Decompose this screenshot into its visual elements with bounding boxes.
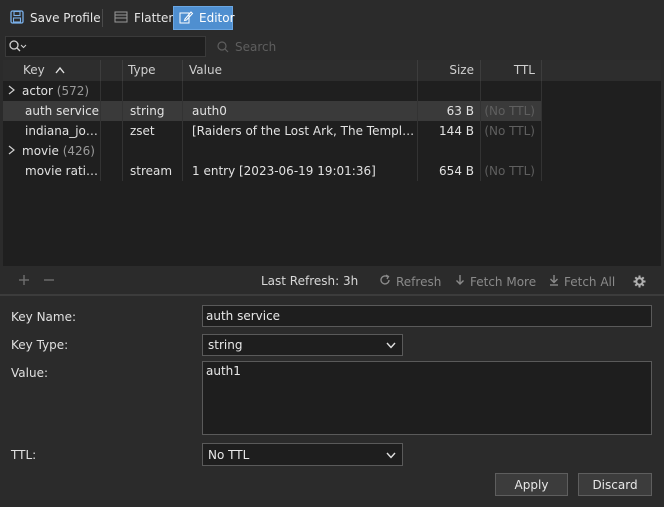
value-cell: [Raiders of the Lost Ark, The Temple of … [183, 121, 418, 141]
size-cell [418, 81, 481, 101]
value-cell [183, 81, 418, 101]
list-lines-icon [113, 9, 129, 28]
gear-icon[interactable] [633, 275, 646, 291]
type-cell: zset [123, 121, 183, 141]
key-type-label: Key Type: [11, 338, 69, 352]
expand-arrow-icon[interactable] [8, 81, 22, 101]
blank-cell [101, 161, 123, 181]
chevron-down-icon [386, 448, 396, 462]
column-header-key-label: Key [23, 63, 45, 77]
last-refresh-text: Last Refresh: 3h [261, 274, 359, 288]
save-profile-button[interactable]: Save Profile [5, 6, 105, 30]
expand-arrow-icon[interactable] [8, 141, 22, 161]
column-header-filler [542, 60, 661, 81]
table-row[interactable]: movie rating stream 1 entry [2023-06-19 … [3, 161, 542, 181]
type-cell: stream [123, 161, 183, 181]
refresh-button[interactable]: Refresh [379, 274, 441, 289]
remove-key-icon[interactable] [43, 274, 55, 289]
column-header-blank [101, 60, 123, 81]
blank-cell [101, 101, 123, 121]
fetch-all-label: Fetch All [564, 274, 616, 289]
toolbar-separator [102, 9, 103, 27]
namespace-count: (426) [62, 144, 95, 158]
key-type-select[interactable]: string [202, 334, 403, 356]
down-arrow-bar-icon [549, 274, 559, 289]
column-header-value[interactable]: Value [183, 60, 418, 81]
type-cell: string [123, 101, 183, 121]
key-cell: movie (426) [3, 141, 101, 161]
ttl-cell: (No TTL) [481, 101, 542, 121]
size-cell [418, 141, 481, 161]
chevron-down-icon [386, 338, 396, 352]
column-header-ttl[interactable]: TTL [481, 60, 542, 81]
ttl-cell [481, 141, 542, 161]
key-type-selected: string [208, 338, 243, 352]
filter-input[interactable] [5, 36, 206, 57]
key-cell: movie rating [3, 161, 101, 181]
key-name-label: Key Name: [11, 310, 77, 324]
flatten-button[interactable]: Flatten [109, 6, 180, 30]
search-filter-icon[interactable] [8, 39, 28, 56]
size-cell: 144 B [418, 121, 481, 141]
ttl-label: TTL: [11, 448, 37, 462]
ttl-selected: No TTL [208, 447, 250, 462]
column-header-key[interactable]: Key [3, 60, 101, 81]
size-cell: 654 B [418, 161, 481, 181]
panel-divider [0, 294, 664, 296]
fetch-more-label: Fetch More [470, 274, 537, 289]
down-arrow-icon [455, 274, 465, 289]
discard-button[interactable]: Discard [578, 473, 652, 496]
add-key-icon[interactable] [18, 274, 30, 289]
value-cell [183, 141, 418, 161]
blank-cell [101, 141, 123, 161]
blank-cell [101, 81, 123, 101]
ttl-cell: (No TTL) [481, 161, 542, 181]
size-cell: 63 B [418, 101, 481, 121]
table-row[interactable]: movie (426) [3, 141, 542, 161]
namespace-count: (572) [56, 84, 90, 98]
blank-cell [101, 121, 123, 141]
table-row[interactable]: actor (572) [3, 81, 542, 101]
sort-ascending-icon [55, 60, 65, 81]
key-cell: auth service [3, 101, 101, 121]
value-cell: 1 entry [2023-06-19 19:01:36] [183, 161, 418, 181]
key-name-input[interactable]: auth service [202, 305, 652, 327]
value-textarea[interactable]: auth1 [202, 361, 652, 435]
editor-toggle-button[interactable]: Editor [173, 6, 235, 30]
table-row-selected[interactable]: auth service string auth0 63 B (No TTL) [3, 101, 542, 121]
refresh-label: Refresh [396, 274, 442, 289]
fetch-all-button[interactable]: Fetch All [549, 274, 615, 289]
apply-button[interactable]: Apply [495, 473, 568, 496]
key-cell: indiana_jon... [3, 121, 101, 141]
column-header-size[interactable]: Size [418, 60, 481, 81]
ttl-cell [481, 81, 542, 101]
floppy-disk-icon [9, 9, 25, 28]
editor-label: Editor [199, 11, 235, 25]
column-header-type[interactable]: Type [123, 60, 183, 81]
search-placeholder[interactable]: Search [235, 40, 276, 54]
ttl-cell: (No TTL) [481, 121, 542, 141]
type-cell [123, 141, 183, 161]
table-row[interactable]: indiana_jon... zset [Raiders of the Lost… [3, 121, 542, 141]
pencil-edit-icon [178, 9, 194, 28]
key-cell: actor (572) [3, 81, 101, 101]
fetch-more-button[interactable]: Fetch More [455, 274, 536, 289]
type-cell [123, 81, 183, 101]
ttl-select[interactable]: No TTL [202, 443, 403, 466]
value-label: Value: [11, 366, 48, 380]
value-cell: auth0 [183, 101, 418, 121]
circular-arrow-icon [379, 274, 391, 289]
flatten-label: Flatten [134, 11, 176, 25]
save-profile-label: Save Profile [30, 11, 101, 25]
search-icon [216, 40, 230, 57]
